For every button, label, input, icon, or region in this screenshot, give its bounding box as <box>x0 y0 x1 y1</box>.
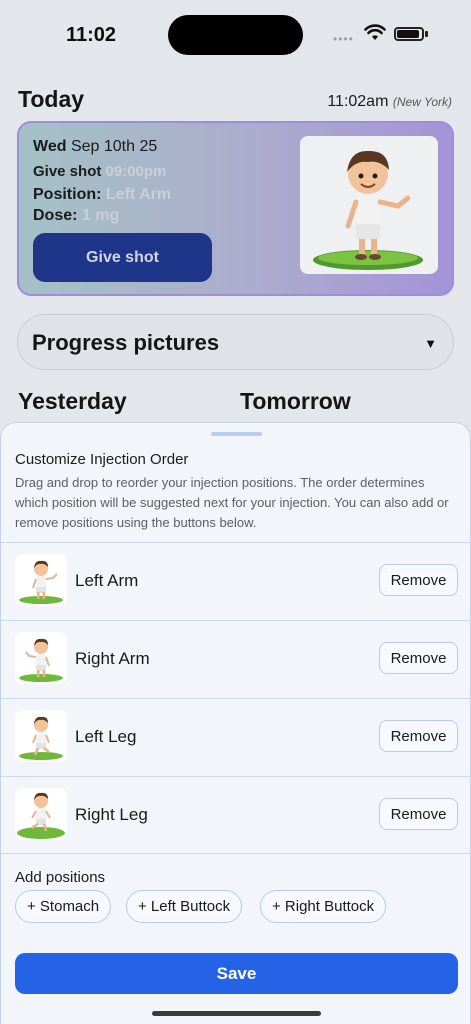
list-item[interactable]: Left Leg Remove <box>1 698 471 776</box>
battery-icon <box>394 27 424 41</box>
home-indicator <box>152 1011 321 1016</box>
shot-time-line: Give shot 09:00pm <box>33 163 166 180</box>
today-heading: Today <box>18 86 85 112</box>
timezone-label: (New York) <box>392 95 452 109</box>
dose-value: 1 mg <box>81 207 120 224</box>
right-arm-thumbnail <box>15 632 67 684</box>
boy-character-icon <box>19 638 63 682</box>
position-value: Left Arm <box>105 186 172 203</box>
position-name: Right Leg <box>75 805 148 824</box>
boy-character-icon <box>19 560 63 604</box>
position-name: Left Leg <box>75 727 137 746</box>
status-time: 11:02 <box>66 24 117 46</box>
dose-label: Dose: <box>33 207 78 224</box>
position-list: Left Arm Remove Right Arm Remove Left Le… <box>1 542 471 854</box>
remove-right-arm-button[interactable]: Remove <box>379 642 458 674</box>
shot-date: Wed Sep 10th 25 <box>33 138 157 156</box>
position-label: Position: <box>33 186 102 203</box>
boy-character-icon <box>313 150 423 270</box>
current-time: 11:02am (New York) <box>327 93 452 111</box>
battery-cap <box>425 31 428 37</box>
shot-position-line: Position: Left Arm <box>33 186 171 204</box>
sheet-description: Drag and drop to reorder your injection … <box>15 475 449 530</box>
add-left-buttock-button[interactable]: + Left Buttock <box>126 890 243 923</box>
progress-pictures-label: Progress pictures <box>32 330 220 355</box>
list-item[interactable]: Left Arm Remove <box>1 542 471 620</box>
remove-right-leg-button[interactable]: Remove <box>379 798 458 830</box>
status-bar: 11:02 •••• <box>0 0 471 70</box>
left-leg-thumbnail <box>15 710 67 762</box>
shot-date-day: Wed <box>33 138 67 155</box>
position-name: Left Arm <box>75 571 139 590</box>
tab-yesterday[interactable]: Yesterday <box>18 388 127 415</box>
dynamic-island <box>168 15 303 55</box>
position-illustration <box>300 136 438 274</box>
save-button[interactable]: Save <box>15 953 458 994</box>
next-shot-card: Wed Sep 10th 25 Give shot 09:00pm Positi… <box>17 121 454 296</box>
boy-character-icon <box>17 792 65 839</box>
shot-dose-line: Dose: 1 mg <box>33 207 119 225</box>
wifi-icon <box>364 24 386 40</box>
caret-down-icon: ▼ <box>424 336 437 351</box>
list-item[interactable]: Right Arm Remove <box>1 620 471 698</box>
sheet-title: Customize Injection Order <box>15 451 189 468</box>
customize-order-sheet: Customize Injection Order Drag and drop … <box>0 422 471 1024</box>
give-shot-label: Give shot <box>33 163 102 180</box>
position-name: Right Arm <box>75 649 150 668</box>
right-leg-thumbnail <box>15 788 67 840</box>
remove-left-arm-button[interactable]: Remove <box>379 564 458 596</box>
list-item[interactable]: Right Leg Remove <box>1 776 471 854</box>
remove-left-leg-button[interactable]: Remove <box>379 720 458 752</box>
progress-pictures-dropdown[interactable]: Progress pictures ▼ <box>17 314 454 370</box>
cellular-signal-icon: •••• <box>333 32 354 46</box>
sheet-grabber[interactable] <box>211 432 262 436</box>
give-shot-button[interactable]: Give shot <box>33 233 212 282</box>
current-time-value: 11:02am <box>327 93 389 110</box>
left-arm-thumbnail <box>15 554 67 606</box>
add-stomach-button[interactable]: + Stomach <box>15 890 112 923</box>
add-positions-label: Add positions <box>15 869 106 886</box>
shot-date-rest: Sep 10th 25 <box>70 138 158 155</box>
boy-character-icon <box>19 716 63 760</box>
give-shot-time: 09:00pm <box>105 163 167 180</box>
tab-tomorrow[interactable]: Tomorrow <box>240 388 351 415</box>
add-right-buttock-button[interactable]: + Right Buttock <box>260 890 387 923</box>
